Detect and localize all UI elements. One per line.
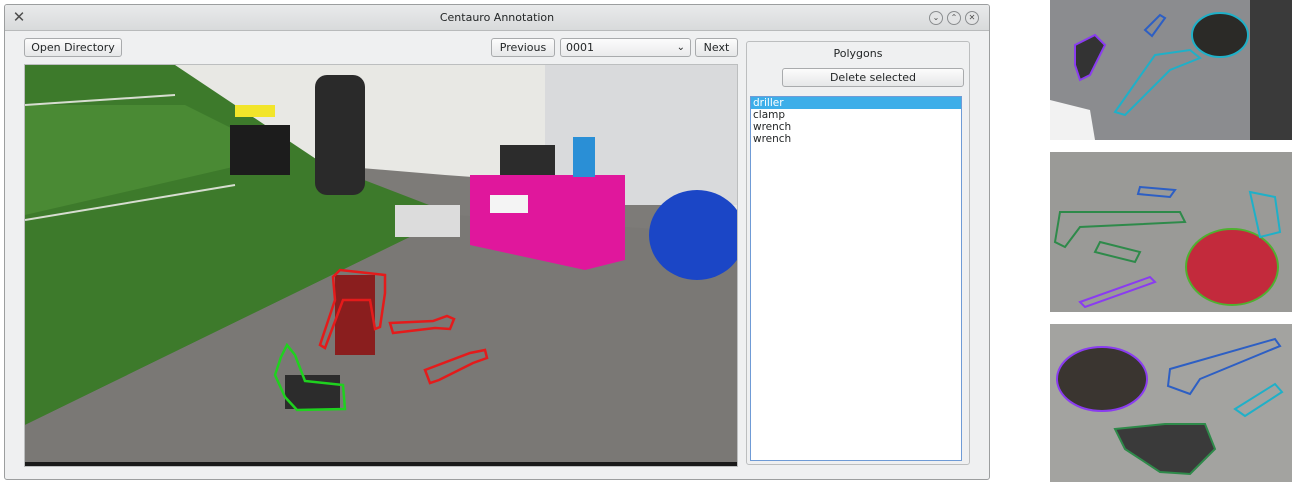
frame-select[interactable]: 0001 ⌄ [560, 38, 691, 57]
next-button[interactable]: Next [695, 38, 738, 57]
polygons-panel-title: Polygons [833, 47, 883, 60]
image-canvas[interactable] [24, 64, 738, 467]
frame-select-value: 0001 [566, 41, 594, 54]
splitter-handle[interactable] [989, 243, 990, 253]
polygons-panel: Polygons Delete selected driller clamp w… [746, 41, 970, 465]
list-item[interactable]: driller [751, 97, 961, 109]
previous-button[interactable]: Previous [491, 38, 555, 57]
example-photo-3 [1050, 324, 1292, 482]
chevron-down-icon: ⌄ [676, 42, 685, 53]
close-icon[interactable]: ✕ [965, 11, 979, 25]
app-window: ✕ Centauro Annotation ⌄ ⌃ ✕ Open Directo… [4, 4, 990, 480]
polygon-list[interactable]: driller clamp wrench wrench [750, 96, 962, 461]
title-bar[interactable]: ✕ Centauro Annotation ⌄ ⌃ ✕ [5, 5, 989, 31]
list-item[interactable]: clamp [751, 109, 961, 121]
scene-image [25, 65, 737, 466]
delete-selected-button[interactable]: Delete selected [782, 68, 964, 87]
maximize-icon[interactable]: ⌃ [947, 11, 961, 25]
list-item[interactable]: wrench [751, 121, 961, 133]
window-title: Centauro Annotation [439, 11, 555, 24]
example-photo-2 [1050, 152, 1292, 312]
open-directory-button[interactable]: Open Directory [24, 38, 122, 57]
minimize-icon[interactable]: ⌄ [929, 11, 943, 25]
list-item[interactable]: wrench [751, 133, 961, 145]
example-photo-1 [1050, 0, 1292, 140]
